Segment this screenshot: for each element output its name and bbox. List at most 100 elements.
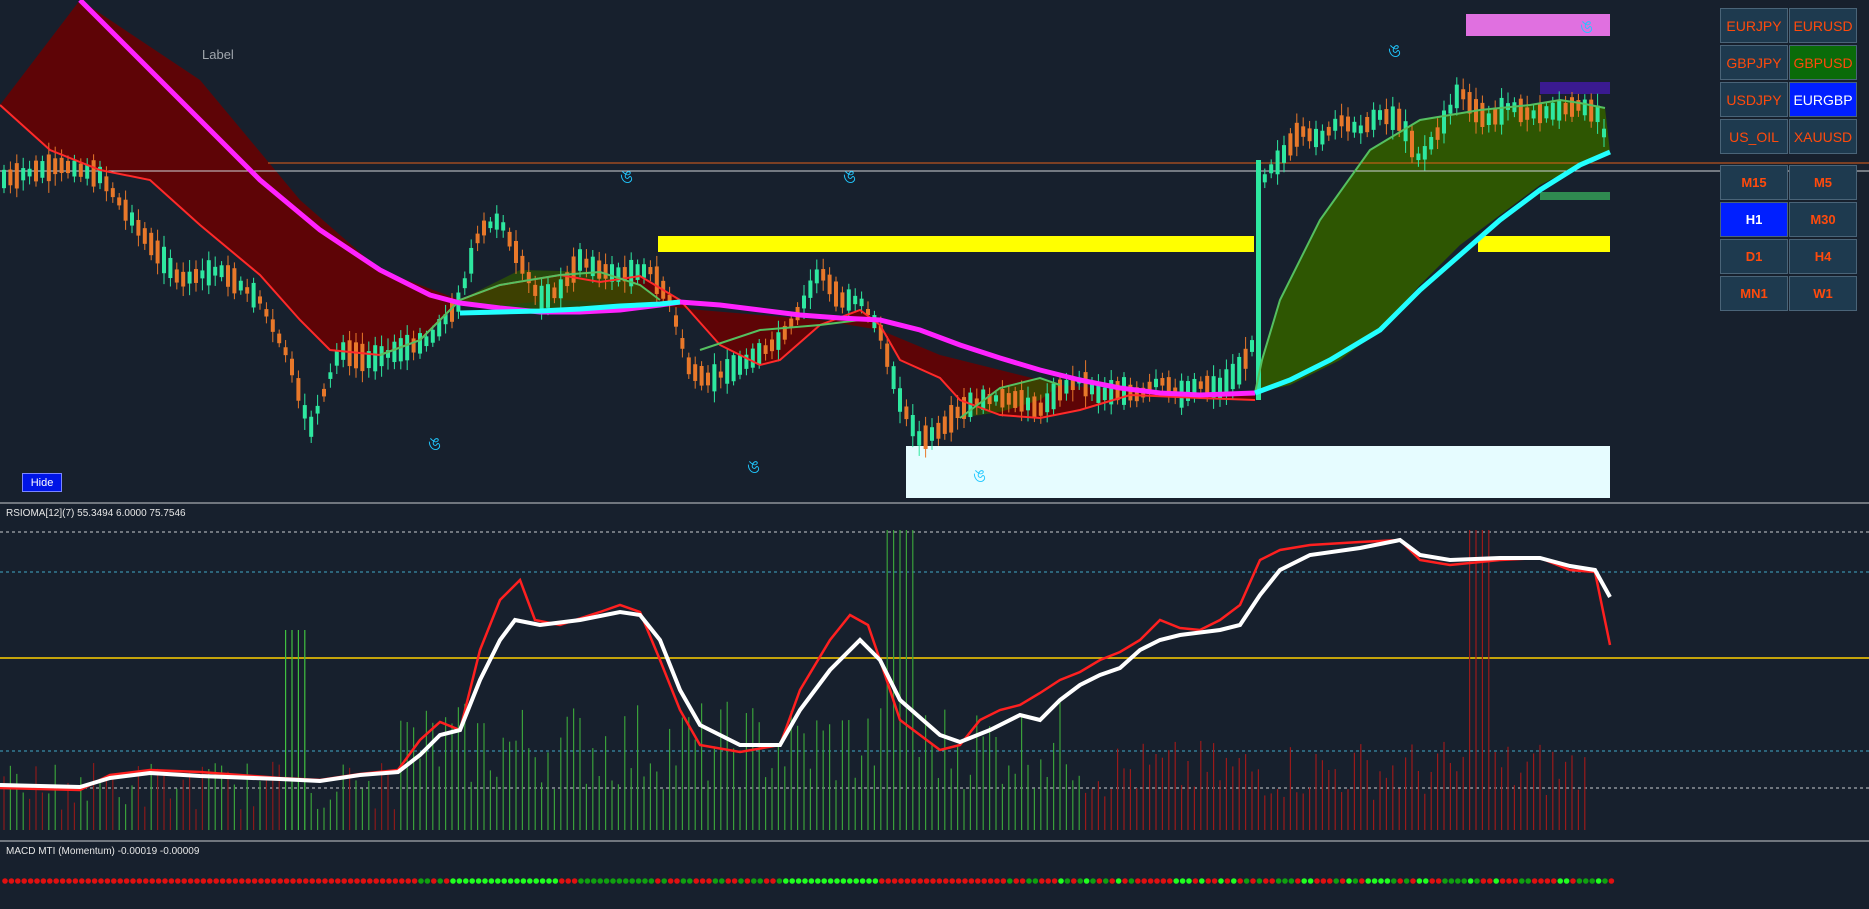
- price-panel[interactable]: ঙ ঙ ঙ ঙ ঙ ঙ ঙ: [0, 0, 1869, 498]
- momentum-dot: [1109, 878, 1115, 884]
- momentum-dot: [399, 878, 405, 884]
- symbol-button-eurusd[interactable]: EURUSD: [1789, 8, 1857, 43]
- momentum-dot: [1051, 878, 1058, 884]
- chart-canvas[interactable]: ঙ ঙ ঙ ঙ ঙ ঙ ঙ: [0, 0, 1869, 909]
- candle-body: [955, 406, 960, 419]
- timeframe-button-m30[interactable]: M30: [1789, 202, 1857, 237]
- momentum-dot: [341, 878, 348, 884]
- symbol-button-xauusd[interactable]: XAUUSD: [1789, 119, 1857, 154]
- candle-body: [1314, 128, 1318, 148]
- momentum-dot: [1435, 878, 1442, 884]
- signal-arrow-icon: ঙ: [1388, 41, 1401, 62]
- signal-arrow-icon: ঙ: [973, 466, 986, 487]
- candle-body: [469, 247, 474, 274]
- candle-body: [578, 249, 582, 271]
- momentum-dot: [840, 878, 847, 884]
- momentum-dot: [802, 878, 808, 884]
- momentum-dot: [962, 878, 968, 884]
- momentum-dot: [546, 878, 552, 884]
- momentum-dot: [744, 878, 751, 884]
- momentum-dot: [1455, 878, 1461, 884]
- momentum-dot: [392, 878, 399, 884]
- candle-body: [846, 289, 851, 311]
- candle-body: [1371, 109, 1376, 130]
- candle-body: [891, 366, 896, 390]
- momentum-dot: [162, 878, 168, 884]
- candle-body: [674, 315, 678, 327]
- momentum-dot: [232, 878, 239, 884]
- timeframe-button-d1[interactable]: D1: [1720, 239, 1788, 274]
- momentum-dot: [1218, 878, 1224, 884]
- candle-body: [181, 271, 186, 287]
- momentum-dot: [1448, 878, 1455, 884]
- momentum-dot: [1250, 878, 1256, 884]
- momentum-dot: [904, 878, 911, 884]
- momentum-dot: [219, 878, 226, 884]
- momentum-dot: [674, 878, 680, 884]
- timeframe-button-h1[interactable]: H1: [1720, 202, 1788, 237]
- candle-body: [347, 340, 352, 367]
- symbol-button-gbpjpy[interactable]: GBPJPY: [1720, 45, 1788, 80]
- momentum-dot: [751, 878, 757, 884]
- momentum-dot: [1269, 878, 1275, 884]
- timeframe-button-m5[interactable]: M5: [1789, 165, 1857, 200]
- momentum-dot: [315, 878, 322, 884]
- momentum-dot: [680, 878, 687, 884]
- momentum-dot: [552, 878, 559, 884]
- candle-body: [1045, 393, 1050, 413]
- momentum-dot: [987, 878, 994, 884]
- candle-body: [283, 347, 288, 356]
- momentum-dot: [443, 878, 450, 884]
- symbol-button-gbpusd[interactable]: GBPUSD: [1789, 45, 1857, 80]
- candle-body: [1346, 116, 1350, 132]
- candle-body: [1006, 393, 1011, 405]
- candle-body: [194, 269, 198, 283]
- momentum-dot: [251, 878, 258, 884]
- momentum-dot: [891, 878, 898, 884]
- candle-body: [149, 232, 154, 256]
- candle-body: [501, 222, 506, 231]
- momentum-dot: [1519, 878, 1525, 884]
- symbol-button-usdjpy[interactable]: USDJPY: [1720, 82, 1788, 117]
- candle-body: [1096, 384, 1101, 403]
- candle-body: [373, 345, 378, 372]
- momentum-dot: [1058, 878, 1064, 884]
- candle-body: [136, 219, 141, 236]
- candle-body: [46, 154, 51, 182]
- momentum-dot: [1403, 878, 1410, 884]
- timeframe-button-w1[interactable]: W1: [1789, 276, 1857, 311]
- momentum-dot: [1531, 878, 1538, 884]
- momentum-dot: [527, 878, 533, 884]
- candle-body: [270, 319, 275, 332]
- momentum-dot: [1499, 878, 1506, 884]
- timeframe-button-h4[interactable]: H4: [1789, 239, 1857, 274]
- hide-button[interactable]: Hide: [22, 473, 62, 492]
- candle-body: [40, 161, 45, 178]
- momentum-dot: [1231, 878, 1237, 884]
- candle-body: [1595, 105, 1600, 123]
- momentum-dot: [411, 878, 418, 884]
- candle-body: [322, 388, 326, 397]
- candle-body: [917, 431, 922, 446]
- timeframe-button-mn1[interactable]: MN1: [1720, 276, 1788, 311]
- symbol-button-us-oil[interactable]: US_OIL: [1720, 119, 1788, 154]
- momentum-dot: [1525, 878, 1531, 884]
- candle-body: [1154, 378, 1158, 388]
- symbol-button-eurjpy[interactable]: EURJPY: [1720, 8, 1788, 43]
- momentum-dot: [603, 878, 610, 884]
- momentum-dot: [917, 878, 923, 884]
- rsioma-panel[interactable]: [0, 530, 1869, 830]
- candle-body: [302, 405, 307, 419]
- momentum-dot: [1039, 878, 1045, 884]
- candle-body: [1499, 97, 1504, 125]
- candle-body: [1582, 99, 1587, 116]
- signal-arrow-icon: ঙ: [747, 457, 760, 478]
- candle-body: [1301, 126, 1306, 137]
- candle-body: [155, 240, 160, 264]
- momentum-dot: [1461, 878, 1467, 884]
- symbol-button-eurgbp[interactable]: EURGBP: [1789, 82, 1857, 117]
- yellow-resistance-zone: [1478, 236, 1610, 252]
- momentum-dot: [885, 878, 891, 884]
- candle-body: [1486, 113, 1491, 125]
- timeframe-button-m15[interactable]: M15: [1720, 165, 1788, 200]
